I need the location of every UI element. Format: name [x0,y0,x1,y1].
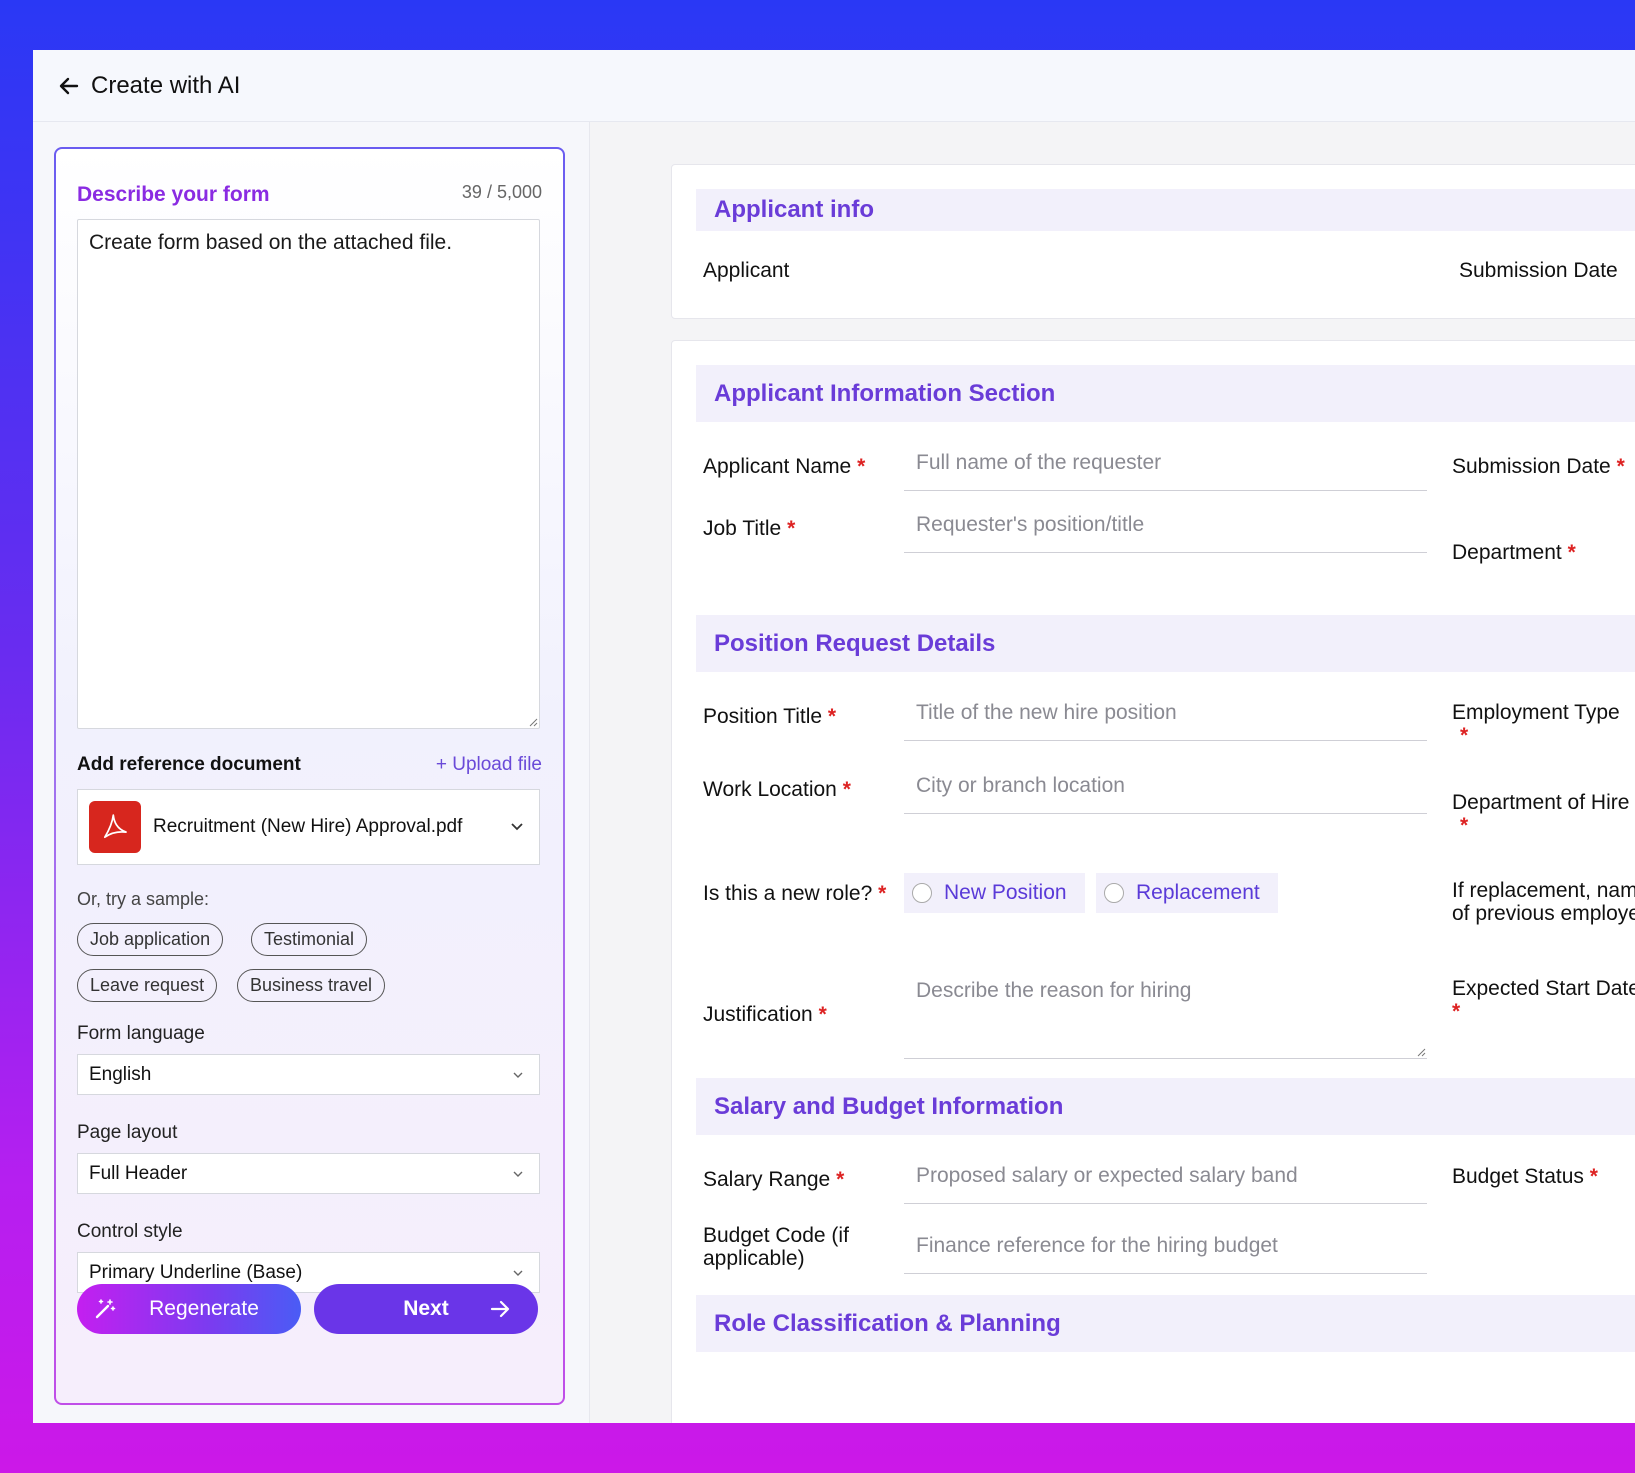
employment-type-label: Employment Type * [1452,701,1620,747]
page-title: Create with AI [91,71,241,99]
section-header-salary-budget: Salary and Budget Information [696,1078,1635,1135]
regenerate-label: Regenerate [149,1297,259,1320]
section-header-position-request: Position Request Details [696,615,1635,672]
arrow-right-icon [490,1300,510,1318]
form-language-value: English [89,1063,152,1085]
budget-code-input[interactable]: Finance reference for the hiring budget [904,1234,1427,1274]
page-layout-label: Page layout [77,1122,178,1143]
radio-new-position-label: New Position [944,881,1067,904]
section-header-applicant-information: Applicant Information Section [696,365,1635,422]
work-location-label: Work Location * [703,778,851,801]
ai-prompt-pane: Describe your form 39 / 5,000 Add refere… [33,122,590,1423]
next-button[interactable]: Next [314,1284,538,1334]
chevron-down-icon [513,1171,523,1177]
justification-label: Justification * [703,1003,827,1026]
reference-file-select[interactable]: Recruitment (New Hire) Approval.pdf [77,789,540,865]
applicant-name-input[interactable]: Full name of the requester [904,451,1427,491]
radio-replacement-label: Replacement [1136,881,1260,904]
reference-document-label: Add reference document [77,754,301,775]
chevron-down-icon [511,823,523,831]
submission-date-required-label: Submission Date * [1452,455,1625,478]
section-header-role-classification: Role Classification & Planning [696,1295,1635,1352]
control-style-label: Control style [77,1221,183,1242]
regenerate-button[interactable]: Regenerate [77,1284,301,1334]
magic-wand-icon [95,1299,116,1319]
app-window: Create with AI Describe your form 39 / 5… [33,50,1635,1423]
new-role-label: Is this a new role? * [703,882,887,905]
position-title-input[interactable]: Title of the new hire position [904,701,1427,741]
page-layout-value: Full Header [89,1162,188,1184]
replacement-name-label: If replacement, name of previous employe… [1452,879,1635,925]
form-language-select[interactable]: English [77,1054,540,1095]
reference-file-name: Recruitment (New Hire) Approval.pdf [153,816,463,837]
job-title-label: Job Title * [703,517,796,540]
salary-range-label: Salary Range * [703,1168,845,1191]
chevron-down-icon [513,1270,523,1276]
resize-grip-icon[interactable] [528,717,538,727]
top-bar: Create with AI [33,50,1635,122]
sample-chip-testimonial[interactable]: Testimonial [251,923,368,956]
sample-label: Or, try a sample: [77,889,210,909]
sample-chip-business-travel[interactable]: Business travel [237,969,386,1002]
salary-range-input[interactable]: Proposed salary or expected salary band [904,1164,1427,1204]
form-description-input[interactable] [77,219,540,729]
radio-new-position[interactable]: New Position [904,873,1085,913]
pdf-icon [89,801,141,853]
character-count: 39 / 5,000 [461,182,542,202]
position-title-label: Position Title * [703,705,837,728]
back-button[interactable] [57,74,81,98]
budget-code-label: Budget Code (if applicable) [703,1224,849,1270]
budget-status-label: Budget Status * [1452,1165,1598,1188]
back-arrow-icon [59,77,79,94]
applicant-name-label: Applicant Name * [703,455,866,478]
control-style-value: Primary Underline (Base) [89,1261,303,1283]
form-language-label: Form language [77,1023,205,1044]
section-header-applicant-info: Applicant info [696,189,1635,231]
radio-circle [1104,883,1124,903]
applicant-label: Applicant [703,259,790,282]
department-of-hire-label: Department of Hire * [1452,791,1630,837]
job-title-input[interactable]: Requester's position/title [904,513,1427,553]
sample-chip-job-application[interactable]: Job application [77,923,224,956]
prompt-card: Describe your form 39 / 5,000 Add refere… [54,147,565,1405]
describe-form-label: Describe your form [77,183,270,206]
next-label: Next [403,1297,449,1320]
department-label: Department * [1452,541,1576,564]
chevron-down-icon [513,1072,523,1078]
expected-start-date-label: Expected Start Date * [1452,977,1635,1023]
form-preview-pane: Applicant info Applicant Submission Date… [591,122,1635,1423]
submission-date-label: Submission Date [1459,259,1618,282]
justification-textarea[interactable]: Describe the reason for hiring [904,971,1427,1059]
sample-chip-leave-request[interactable]: Leave request [77,969,218,1002]
work-location-input[interactable]: City or branch location [904,774,1427,814]
resize-grip-icon[interactable] [1416,1047,1426,1057]
upload-file-link[interactable]: + Upload file [436,754,542,776]
radio-replacement[interactable]: Replacement [1096,873,1278,913]
applicant-info-card: Applicant info Applicant Submission Date [671,164,1635,319]
form-body-card: Applicant Information Section Applicant … [671,340,1635,1423]
page-layout-select[interactable]: Full Header [77,1153,540,1194]
radio-circle [912,883,932,903]
